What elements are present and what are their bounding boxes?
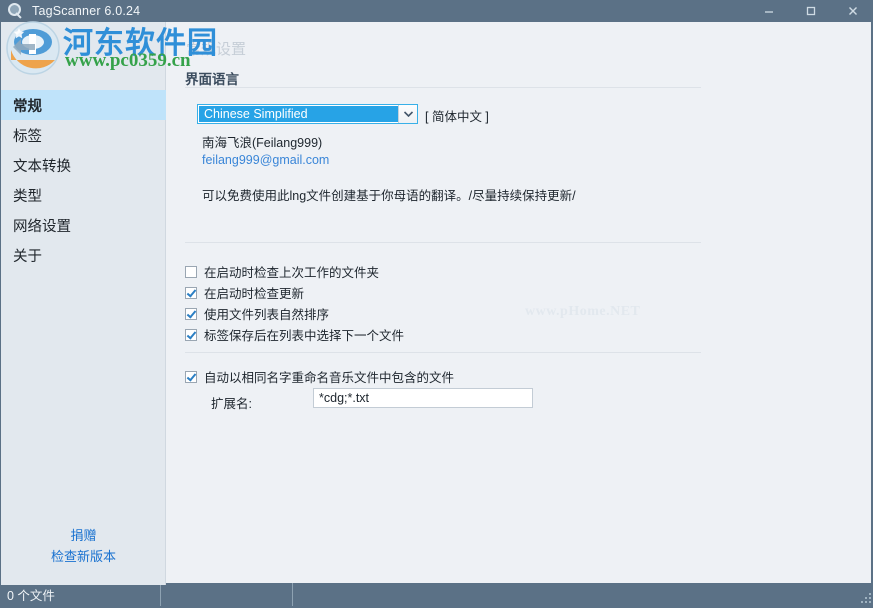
language-select[interactable]: Chinese Simplified [197,104,418,124]
sidebar-item-types[interactable]: 类型 [1,180,166,210]
sidebar-item-label: 文本转换 [13,158,71,175]
sidebar-item-list: 常规 标签 文本转换 类型 网络设置 关于 [1,90,166,270]
chevron-down-icon[interactable] [398,105,417,123]
sidebar-item-tags[interactable]: 标签 [1,120,166,150]
checkbox-label: 使用文件列表自然排序 [204,308,330,322]
checkbox-label: 在启动时检查更新 [204,287,305,301]
extensions-input[interactable] [313,388,533,408]
checkbox-box [185,370,197,383]
watermark-overlay-text: www.pHome.NET [525,304,641,319]
content-pane: 常规设置 界面语言 Chinese Simplified [ 简体中文 ] 南海… [167,22,871,585]
sidebar-links: 捐赠 检查新版本 [1,525,166,567]
donate-link[interactable]: 捐赠 [1,525,166,546]
title-bar: TagScanner 6.0.24 [1,0,871,22]
check-new-version-link[interactable]: 检查新版本 [1,546,166,567]
divider-middle [185,242,701,243]
checkbox-box [185,328,197,341]
divider-bottom [185,352,701,353]
maximize-button[interactable] [790,0,832,22]
section-title-interface-language: 界面语言 [185,72,239,87]
page-title: 常规设置 [186,41,247,58]
checkbox-box [185,265,197,278]
magnifier-icon [4,0,26,22]
sidebar-item-label: 网络设置 [13,218,71,235]
translator-email-link[interactable]: feilang999@gmail.com [202,153,329,167]
sidebar-item-label: 类型 [13,188,42,205]
status-bar: 0 个文件 [1,583,871,606]
checkbox-natural-sort-file-list[interactable]: 使用文件列表自然排序 [185,304,329,323]
language-native-name: [ 简体中文 ] [425,110,489,124]
checkbox-box [185,286,197,299]
status-file-count: 0 个文件 [1,583,161,606]
checkbox-label: 标签保存后在列表中选择下一个文件 [204,329,405,343]
sidebar-item-network[interactable]: 网络设置 [1,210,166,240]
sidebar-item-text-conversion[interactable]: 文本转换 [1,150,166,180]
sidebar-item-about[interactable]: 关于 [1,240,166,270]
minimize-button[interactable] [748,0,790,22]
checkbox-check-updates-on-startup[interactable]: 在启动时检查更新 [185,283,304,302]
extensions-label: 扩展名: [211,397,252,411]
divider-top [185,87,701,88]
checkbox-select-next-file-after-save[interactable]: 标签保存后在列表中选择下一个文件 [185,325,404,344]
sidebar: 常规 标签 文本转换 类型 网络设置 关于 捐赠 检查新版本 [1,22,166,585]
sidebar-item-general[interactable]: 常规 [1,90,166,120]
status-cell-3 [293,583,871,606]
language-select-value: Chinese Simplified [199,106,398,122]
status-cell-2 [161,583,293,606]
checkbox-check-last-folder-on-startup[interactable]: 在启动时检查上次工作的文件夹 [185,262,379,281]
window-title: TagScanner 6.0.24 [32,4,141,18]
application-window: TagScanner 6.0.24 常规 标签 文本转换 类型 网络设置 关于 … [0,0,873,608]
resize-grip[interactable] [861,593,871,603]
checkbox-box [185,307,197,320]
checkbox-label: 在启动时检查上次工作的文件夹 [204,266,380,280]
sidebar-item-label: 常规 [13,98,42,115]
sidebar-item-label: 关于 [13,248,42,265]
checkbox-auto-rename-related-files[interactable]: 自动以相同名字重命名音乐文件中包含的文件 [185,367,454,386]
sidebar-item-label: 标签 [13,128,42,145]
translator-name: 南海飞浪(Feilang999) [202,136,323,150]
language-file-note: 可以免费使用此lng文件创建基于你母语的翻译。/尽量持续保持更新/ [202,189,576,203]
close-button[interactable] [832,0,871,22]
checkbox-label: 自动以相同名字重命名音乐文件中包含的文件 [204,371,455,385]
